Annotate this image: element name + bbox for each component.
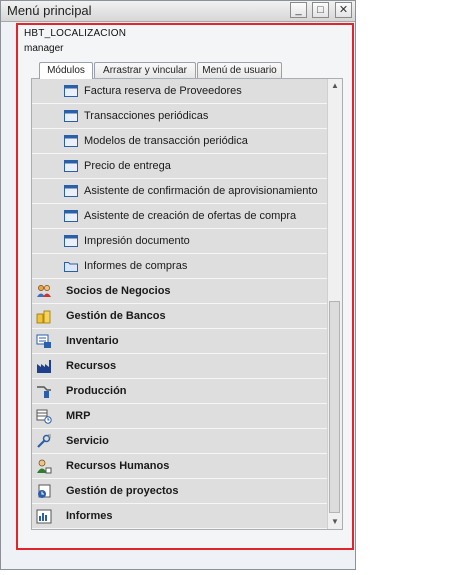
module-item-informes[interactable]: Informes (32, 504, 328, 529)
module-label: Recursos Humanos (66, 460, 170, 472)
module-label: Gestión de Bancos (66, 310, 166, 322)
maximize-button[interactable]: □ (312, 2, 329, 18)
module-label: Gestión de proyectos (66, 485, 179, 497)
list-item-label: Informes de compras (84, 260, 188, 272)
wrench-icon (37, 434, 51, 448)
form-icon (64, 135, 78, 147)
form-icon (64, 210, 78, 222)
user-name: manager (24, 43, 64, 54)
list-item[interactable]: Informes de compras (32, 254, 328, 279)
module-label: Servicio (66, 435, 109, 447)
mrp-icon (36, 409, 52, 424)
factory-icon (37, 360, 51, 373)
project-icon (38, 484, 51, 498)
person-icon (37, 459, 52, 474)
module-label: Producción (66, 385, 127, 397)
module-label: Informes (66, 510, 113, 522)
inventory-icon (36, 334, 51, 348)
module-item-servicio[interactable]: Servicio (32, 429, 328, 454)
module-item-rrhh[interactable]: Recursos Humanos (32, 454, 328, 479)
list-item-label: Impresión documento (84, 235, 190, 247)
tab-modulos[interactable]: Módulos (39, 62, 93, 79)
module-label: MRP (66, 410, 91, 422)
module-item-bancos[interactable]: Gestión de Bancos (32, 304, 328, 329)
title-bar[interactable]: Menú principal _ □ ✕ (1, 1, 355, 22)
list-item-label: Transacciones periódicas (84, 110, 209, 122)
menu-content-panel: HBT_LOCALIZACION manager Módulos Arrastr… (16, 23, 354, 550)
main-menu-window: Menú principal _ □ ✕ HBT_LOCALIZACION ma… (0, 0, 356, 570)
list-item[interactable]: Asistente de creación de ofertas de comp… (32, 204, 328, 229)
module-tree: Factura reserva de Proveedores Transacci… (31, 78, 343, 530)
report-chart-icon (36, 509, 52, 524)
module-item-proyectos[interactable]: Gestión de proyectos (32, 479, 328, 504)
list-item-label: Asistente de confirmación de aprovisiona… (84, 185, 318, 197)
form-icon (64, 160, 78, 172)
scroll-thumb[interactable] (329, 301, 340, 513)
module-item-mrp[interactable]: MRP (32, 404, 328, 429)
scroll-down-icon[interactable]: ▼ (330, 516, 340, 528)
tab-menu-usuario[interactable]: Menú de usuario (197, 62, 282, 78)
company-name: HBT_LOCALIZACION (24, 28, 127, 39)
list-item[interactable]: Transacciones periódicas (32, 104, 328, 129)
list-item-label: Precio de entrega (84, 160, 171, 172)
scroll-up-icon[interactable]: ▲ (330, 80, 340, 92)
folder-icon (64, 262, 78, 272)
list-item[interactable]: Impresión documento (32, 229, 328, 254)
production-icon (37, 386, 51, 398)
list-item[interactable]: Asistente de confirmación de aprovisiona… (32, 179, 328, 204)
form-icon (64, 85, 78, 97)
list-item-label: Asistente de creación de ofertas de comp… (84, 210, 297, 222)
tab-arrastrar-vincular[interactable]: Arrastrar y vincular (94, 62, 196, 78)
module-label: Socios de Negocios (66, 285, 171, 297)
list-item-label: Modelos de transacción periódica (84, 135, 248, 147)
module-item-inventario[interactable]: Inventario (32, 329, 328, 354)
module-item-socios[interactable]: Socios de Negocios (32, 279, 328, 304)
minimize-button[interactable]: _ (290, 2, 307, 18)
window-title: Menú principal (7, 3, 92, 18)
module-label: Recursos (66, 360, 117, 372)
form-icon (64, 110, 78, 122)
module-item-recursos[interactable]: Recursos (32, 354, 328, 379)
module-item-produccion[interactable]: Producción (32, 379, 328, 404)
coins-icon (36, 310, 51, 324)
module-label: Inventario (66, 335, 119, 347)
list-item[interactable]: Modelos de transacción periódica (32, 129, 328, 154)
list-item-label: Factura reserva de Proveedores (84, 85, 242, 97)
list-item[interactable]: Precio de entrega (32, 154, 328, 179)
close-button[interactable]: ✕ (335, 2, 352, 18)
vertical-scrollbar[interactable]: ▲ ▼ (327, 79, 342, 529)
form-icon (64, 185, 78, 197)
people-icon (37, 285, 51, 297)
form-icon (64, 235, 78, 247)
list-item[interactable]: Factura reserva de Proveedores (32, 79, 328, 104)
